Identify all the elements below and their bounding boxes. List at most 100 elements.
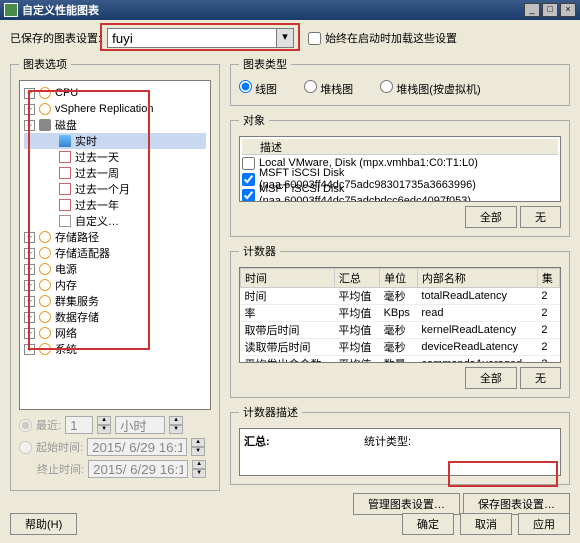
expand-icon[interactable]: + <box>24 280 35 291</box>
counter-row[interactable]: 读取带后时间平均值毫秒deviceReadLatency2 <box>241 339 560 356</box>
node-icon <box>39 263 51 275</box>
node-label: 磁盘 <box>55 117 77 133</box>
summary-label: 汇总: <box>244 433 364 449</box>
counter-col-header[interactable]: 时间 <box>241 269 335 288</box>
node-label: 电源 <box>55 261 77 277</box>
from-radio[interactable] <box>19 441 32 454</box>
spinner[interactable]: ▲▼ <box>97 416 111 434</box>
tree-node[interactable]: +数据存储 <box>24 309 206 325</box>
saved-settings-input[interactable] <box>107 28 277 48</box>
close-button[interactable]: × <box>560 3 576 17</box>
tree-node[interactable]: +vSphere Replication <box>24 101 206 117</box>
expand-icon[interactable]: + <box>24 344 35 355</box>
counter-row[interactable]: 平均发出命令数平均值数量commandsAveraged2 <box>241 356 560 364</box>
options-tree[interactable]: +CPU+vSphere Replication−磁盘实时过去一天过去一周过去一… <box>19 80 211 410</box>
tree-node[interactable]: − 磁盘 <box>24 117 206 133</box>
counters-all-button[interactable]: 全部 <box>465 367 517 389</box>
saved-settings-dropdown[interactable]: ▾ <box>277 28 294 48</box>
maximize-button[interactable]: □ <box>542 3 558 17</box>
counter-row[interactable]: 取带后时间平均值毫秒kernelReadLatency2 <box>241 322 560 339</box>
counter-row[interactable]: 率平均值KBpsread2 <box>241 305 560 322</box>
help-button[interactable]: 帮助(H) <box>10 513 77 535</box>
tree-node[interactable]: 过去一天 <box>24 149 206 165</box>
ok-button[interactable]: 确定 <box>402 513 454 535</box>
tree-node[interactable]: +群集服务 <box>24 293 206 309</box>
expand-icon[interactable]: + <box>24 328 35 339</box>
tree-node[interactable]: + CPU <box>24 85 206 101</box>
counter-col-header[interactable]: 集 <box>537 269 559 288</box>
minimize-button[interactable]: _ <box>524 3 540 17</box>
spinner[interactable]: ▲▼ <box>191 438 205 456</box>
node-label: 实时 <box>75 133 97 149</box>
node-icon <box>59 183 71 195</box>
node-label: CPU <box>55 87 78 99</box>
counter-col-header[interactable]: 汇总 <box>334 269 379 288</box>
expand-icon[interactable]: + <box>24 312 35 323</box>
tree-node[interactable]: + 网络 <box>24 325 206 341</box>
tree-node[interactable]: +存储适配器 <box>24 245 206 261</box>
recent-unit[interactable] <box>115 416 165 434</box>
tree-node[interactable]: + 电源 <box>24 261 206 277</box>
tree-node[interactable]: 实时 <box>24 133 206 149</box>
cancel-button[interactable]: 取消 <box>460 513 512 535</box>
counter-desc-fieldset: 计数器描述 汇总:统计类型: <box>230 404 570 485</box>
object-checkbox[interactable] <box>242 173 255 186</box>
objects-legend: 对象 <box>239 112 269 128</box>
tree-node[interactable]: +存储路径 <box>24 229 206 245</box>
tree-node[interactable]: 自定义… <box>24 213 206 229</box>
node-label: 系统 <box>55 341 77 357</box>
stat-type-label: 统计类型: <box>364 433 411 449</box>
object-row[interactable]: MSFT iSCSI Disk (naa.60003ff44dc75adcbdc… <box>242 187 558 202</box>
node-label: 过去一天 <box>75 149 119 165</box>
tree-node[interactable]: 过去一周 <box>24 165 206 181</box>
objects-fieldset: 对象 描述Local VMware, Disk (mpx.vmhba1:C0:T… <box>230 112 570 237</box>
load-on-startup-checkbox[interactable] <box>308 32 321 45</box>
node-icon <box>39 343 51 355</box>
node-icon <box>39 87 51 99</box>
expand-icon[interactable]: + <box>24 232 35 243</box>
object-checkbox[interactable] <box>242 189 255 202</box>
node-label: 内存 <box>55 277 77 293</box>
tree-node[interactable]: 过去一个月 <box>24 181 206 197</box>
counters-table[interactable]: 时间汇总单位内部名称集时间平均值毫秒totalReadLatency2率平均值K… <box>239 267 561 363</box>
objects-list[interactable]: 描述Local VMware, Disk (mpx.vmhba1:C0:T1:L… <box>239 136 561 202</box>
expand-icon[interactable]: + <box>24 104 35 115</box>
manage-settings-button[interactable]: 管理图表设置… <box>353 493 460 515</box>
counter-row[interactable]: 时间平均值毫秒totalReadLatency2 <box>241 288 560 305</box>
expand-icon[interactable]: + <box>24 248 35 259</box>
apply-button[interactable]: 应用 <box>518 513 570 535</box>
objects-all-button[interactable]: 全部 <box>465 206 517 228</box>
recent-radio[interactable] <box>19 419 32 432</box>
line-chart-radio[interactable]: 线图 <box>239 84 277 96</box>
chart-options-fieldset: 图表选项 +CPU+vSphere Replication−磁盘实时过去一天过去… <box>10 56 220 491</box>
from-input[interactable] <box>87 438 187 456</box>
spinner[interactable]: ▲▼ <box>192 460 206 478</box>
node-label: 网络 <box>55 325 77 341</box>
node-icon <box>39 231 51 243</box>
counters-none-button[interactable]: 无 <box>520 367 561 389</box>
counter-col-header[interactable]: 单位 <box>380 269 418 288</box>
expand-icon[interactable]: − <box>24 120 35 131</box>
recent-value[interactable] <box>65 416 93 434</box>
stackvm-chart-radio[interactable]: 堆栈图(按虚拟机) <box>380 84 480 96</box>
counter-col-header[interactable]: 内部名称 <box>417 269 537 288</box>
save-settings-button[interactable]: 保存图表设置… <box>463 493 570 515</box>
expand-icon[interactable]: + <box>24 296 35 307</box>
tree-node[interactable]: 过去一年 <box>24 197 206 213</box>
app-icon <box>4 3 18 17</box>
chart-type-legend: 图表类型 <box>239 56 291 72</box>
to-input[interactable] <box>88 460 188 478</box>
node-icon <box>39 327 51 339</box>
tree-node[interactable]: + 系统 <box>24 341 206 357</box>
node-icon <box>39 279 51 291</box>
node-label: 自定义… <box>75 213 119 229</box>
node-icon <box>59 167 71 179</box>
spinner[interactable]: ▲▼ <box>169 416 183 434</box>
expand-icon[interactable]: + <box>24 264 35 275</box>
chart-type-fieldset: 图表类型 线图 堆栈图 堆栈图(按虚拟机) <box>230 56 570 106</box>
tree-node[interactable]: + 内存 <box>24 277 206 293</box>
expand-icon[interactable]: + <box>24 88 35 99</box>
object-checkbox[interactable] <box>242 157 255 170</box>
objects-none-button[interactable]: 无 <box>520 206 561 228</box>
stack-chart-radio[interactable]: 堆栈图 <box>304 84 353 96</box>
